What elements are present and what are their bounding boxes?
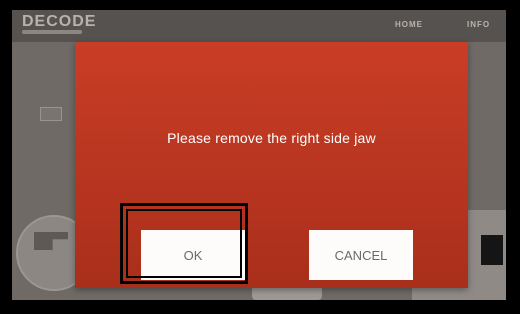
background-square-icon (481, 235, 503, 265)
dialog-message: Please remove the right side jaw (167, 130, 376, 146)
app-title: DECODE (22, 13, 97, 30)
app-header: DECODE HOME INFO (12, 10, 506, 42)
nav-info[interactable]: INFO (467, 20, 490, 29)
device-screen: DECODE HOME INFO Please remove the right… (12, 10, 506, 300)
cancel-button[interactable]: CANCEL (309, 230, 413, 280)
ok-button-highlight-inner (126, 209, 242, 278)
app-subtitle-bar (22, 30, 82, 34)
background-field (40, 107, 62, 121)
nav-home[interactable]: HOME (395, 20, 423, 29)
ok-button-highlight (120, 203, 248, 284)
